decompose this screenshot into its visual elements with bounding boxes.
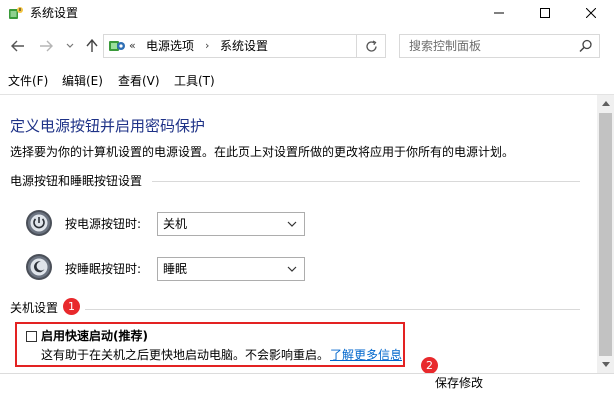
- close-icon: [586, 8, 596, 18]
- shutdown-section-title: 关机设置: [10, 301, 59, 315]
- power-options-icon: [9, 7, 23, 19]
- section-divider: [85, 309, 580, 310]
- title-bar: 系统设置: [0, 0, 614, 26]
- forward-icon[interactable]: [38, 38, 54, 54]
- refresh-icon: [365, 39, 377, 52]
- sleep-button-icon: [26, 254, 52, 280]
- breadcrumb-system-settings[interactable]: 系统设置: [220, 38, 268, 54]
- section-divider: [152, 181, 580, 182]
- fast-startup-checkbox[interactable]: [26, 331, 37, 342]
- breadcrumb-power-options[interactable]: 电源选项: [146, 38, 194, 54]
- power-button-label: 按电源按钮时:: [65, 217, 142, 231]
- menu-view[interactable]: 查看(V): [118, 73, 160, 89]
- power-button-action-select[interactable]: 关机: [157, 212, 305, 236]
- menu-edit[interactable]: 编辑(E): [62, 73, 103, 89]
- annotation-badge-2: 2: [421, 357, 438, 374]
- menu-tools[interactable]: 工具(T): [174, 73, 215, 89]
- menu-file[interactable]: 文件(F): [8, 73, 48, 89]
- minimize-icon: [494, 12, 504, 14]
- menu-bar: 文件(F) 编辑(E) 查看(V) 工具(T): [0, 71, 614, 91]
- fast-startup-label[interactable]: 启用快速启动(推荐): [41, 328, 148, 344]
- power-button-action-value: 关机: [163, 217, 188, 231]
- scroll-up-icon[interactable]: [597, 95, 614, 112]
- save-changes-button[interactable]: 保存修改: [423, 375, 495, 395]
- learn-more-link[interactable]: 了解更多信息: [330, 347, 402, 363]
- page-title: 定义电源按钮并启用密码保护: [10, 117, 206, 135]
- recent-locations-chevron-icon[interactable]: [62, 38, 78, 54]
- sleep-button-action-value: 睡眠: [163, 262, 188, 276]
- chevron-down-icon: [287, 266, 297, 272]
- fast-startup-description: 这有助于在关机之后更快地启动电脑。不会影响重启。: [41, 348, 330, 362]
- scrollbar-thumb[interactable]: [599, 113, 612, 367]
- refresh-button[interactable]: [356, 34, 386, 58]
- menu-divider: [0, 94, 614, 95]
- breadcrumb-separator[interactable]: ›: [205, 38, 209, 54]
- up-icon[interactable]: [84, 38, 100, 54]
- power-button-icon: [26, 210, 52, 236]
- maximize-button[interactable]: [522, 0, 568, 26]
- control-panel-icon: [109, 41, 125, 51]
- annotation-badge-1: 1: [63, 298, 80, 315]
- footer-divider: [0, 373, 614, 374]
- vertical-scrollbar[interactable]: [597, 95, 614, 373]
- system-settings-window: 系统设置 « 电源选项 › 系统设置 搜索控制面板 文件(F) 编辑(E) 查看…: [0, 0, 614, 416]
- minimize-button[interactable]: [476, 0, 522, 26]
- sleep-button-action-select[interactable]: 睡眠: [157, 257, 305, 281]
- power-buttons-section-title: 电源按钮和睡眠按钮设置: [10, 174, 143, 188]
- maximize-icon: [540, 8, 550, 18]
- chevron-down-icon: [287, 221, 297, 227]
- sleep-button-label: 按睡眠按钮时:: [65, 262, 142, 276]
- close-button[interactable]: [568, 0, 614, 26]
- scroll-down-icon[interactable]: [597, 356, 614, 373]
- search-icon[interactable]: [579, 39, 593, 53]
- address-overflow-chevrons[interactable]: «: [129, 38, 136, 54]
- address-bar[interactable]: « 电源选项 › 系统设置: [103, 34, 447, 58]
- back-icon[interactable]: [10, 38, 26, 54]
- search-input[interactable]: 搜索控制面板: [399, 34, 600, 58]
- navigation-bar: « 电源选项 › 系统设置 搜索控制面板: [0, 32, 614, 62]
- window-title: 系统设置: [30, 6, 79, 20]
- search-placeholder: 搜索控制面板: [409, 39, 482, 53]
- page-description: 选择要为你的计算机设置的电源设置。在此页上对设置所做的更改将应用于你所有的电源计…: [10, 145, 515, 159]
